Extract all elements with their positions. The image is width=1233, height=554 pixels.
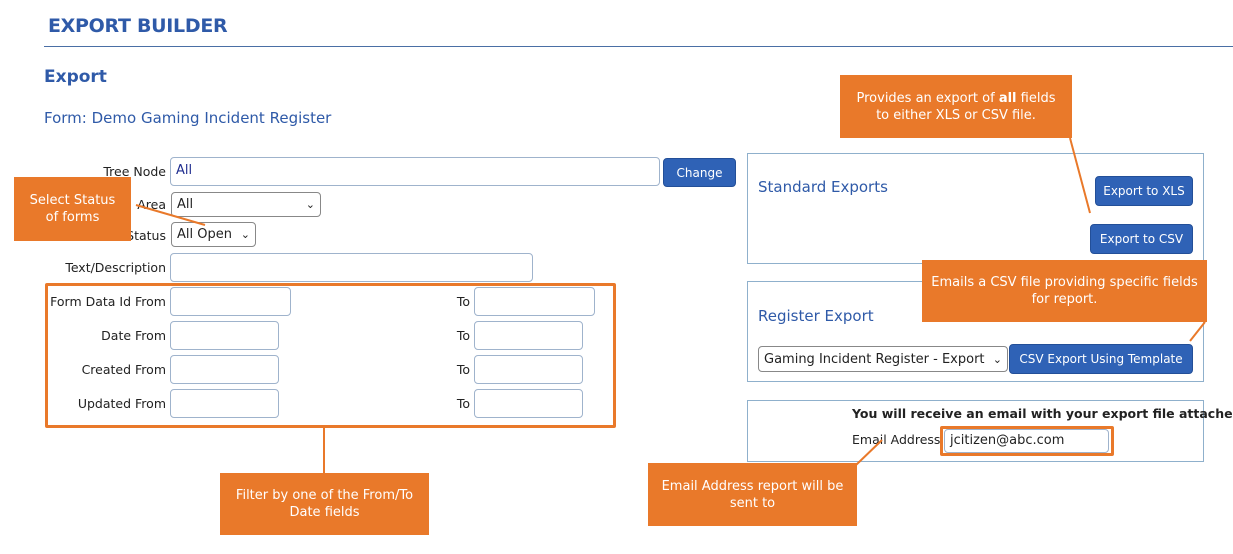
status-annotation: Select Status of forms (14, 177, 131, 241)
all-fields-annotation-bold: all (998, 90, 1017, 106)
email-annotation: Email Address report will be sent to (648, 463, 857, 526)
status-connector-line (135, 204, 206, 226)
all-fields-connector-line (1069, 137, 1091, 214)
date-filter-annotation: Filter by one of the From/To Date fields (220, 473, 429, 535)
all-fields-annotation: Provides an export of all fields to eith… (840, 75, 1072, 138)
all-fields-annotation-pre: Provides an export of (856, 90, 999, 106)
csv-template-connector-line (1189, 321, 1206, 342)
csv-template-annotation: Emails a CSV file providing specific fie… (922, 260, 1207, 322)
email-connector-line (855, 439, 883, 466)
